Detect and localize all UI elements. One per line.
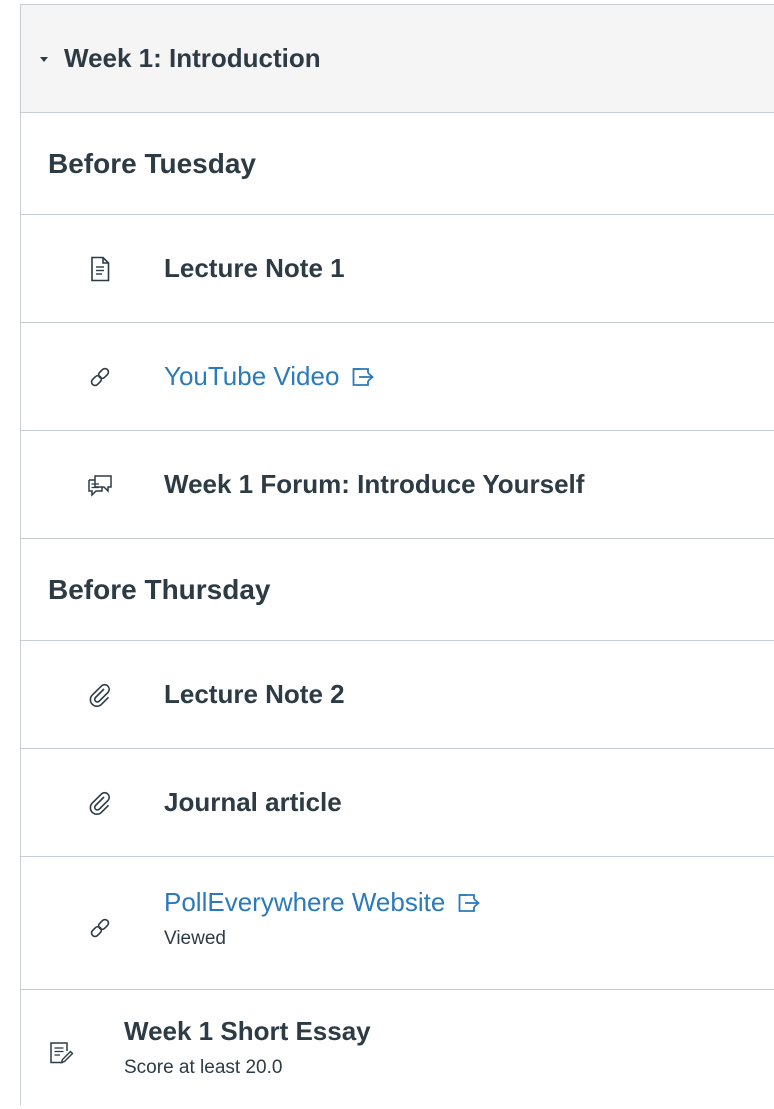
item-text: Journal article xyxy=(164,787,342,818)
subheader-before-thursday: Before Thursday xyxy=(21,539,774,641)
attachment-icon xyxy=(87,682,113,708)
module-item-lecture-note-1[interactable]: Lecture Note 1 xyxy=(21,215,774,323)
module-header[interactable]: Week 1: Introduction xyxy=(21,5,774,113)
link-icon xyxy=(87,915,113,941)
viewed-status: Viewed xyxy=(164,928,226,949)
module-item-youtube-video[interactable]: YouTube Video xyxy=(21,323,774,431)
external-link-icon xyxy=(457,892,481,914)
completion-requirement: Score at least 20.0 xyxy=(124,1057,283,1078)
module-title: Week 1: Introduction xyxy=(64,43,321,73)
subheader-label: Before Thursday xyxy=(48,573,271,605)
module-container: Week 1: Introduction Before Tuesday Lect… xyxy=(20,4,774,1105)
attachment-icon xyxy=(87,790,113,816)
item-title[interactable]: Week 1 Forum: Introduce Yourself xyxy=(164,469,584,499)
item-link-label[interactable]: PollEverywhere Website xyxy=(164,887,445,918)
item-text: Week 1 Short Essay Score at least 20.0 xyxy=(124,1016,371,1079)
item-title[interactable]: Journal article xyxy=(164,787,342,817)
assignment-icon xyxy=(48,1040,74,1066)
subheader-before-tuesday: Before Tuesday xyxy=(21,113,774,215)
discussion-icon xyxy=(87,472,113,498)
item-link-label[interactable]: YouTube Video xyxy=(164,361,339,392)
item-text: Week 1 Forum: Introduce Yourself xyxy=(164,469,584,500)
item-link[interactable]: PollEverywhere Website xyxy=(164,887,481,918)
module-item-week-1-short-essay[interactable]: Week 1 Short Essay Score at least 20.0 xyxy=(21,990,774,1105)
item-title[interactable]: Week 1 Short Essay xyxy=(124,1016,371,1046)
module-item-week-1-forum[interactable]: Week 1 Forum: Introduce Yourself xyxy=(21,431,774,539)
module-item-polleverywhere-website[interactable]: PollEverywhere Website Viewed xyxy=(21,857,774,990)
document-icon xyxy=(87,256,113,282)
item-title[interactable]: Lecture Note 2 xyxy=(164,679,345,709)
item-text: Lecture Note 2 xyxy=(164,679,345,710)
item-text: YouTube Video xyxy=(164,361,375,392)
link-icon xyxy=(87,364,113,390)
caret-down-icon[interactable] xyxy=(40,57,48,62)
subheader-label: Before Tuesday xyxy=(48,147,256,179)
module-item-lecture-note-2[interactable]: Lecture Note 2 xyxy=(21,641,774,749)
item-link[interactable]: YouTube Video xyxy=(164,361,375,392)
item-text: PollEverywhere Website Viewed xyxy=(164,887,481,950)
item-text: Lecture Note 1 xyxy=(164,253,345,284)
external-link-icon xyxy=(351,366,375,388)
item-title[interactable]: Lecture Note 1 xyxy=(164,253,345,283)
module-item-journal-article[interactable]: Journal article xyxy=(21,749,774,857)
